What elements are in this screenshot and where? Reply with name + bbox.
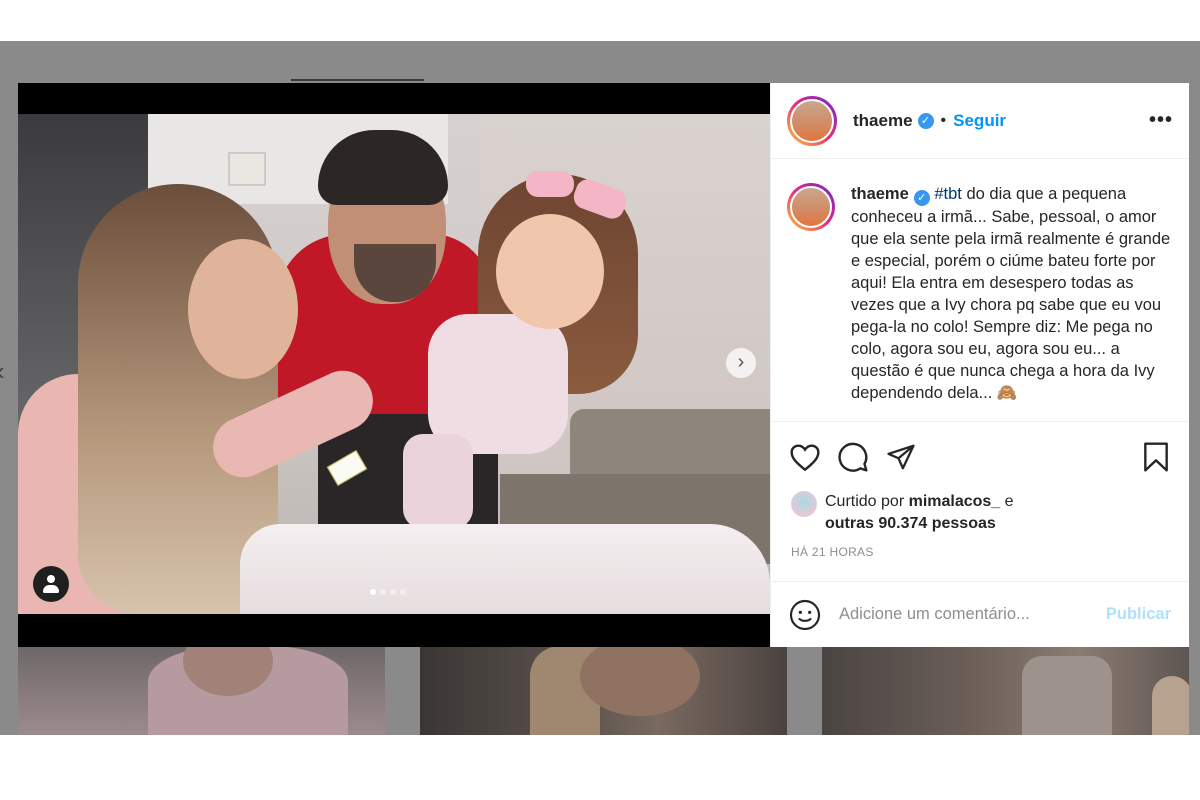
photo-hair-bow <box>526 171 574 197</box>
post-modal: › thaeme ✓ • Seguir ••• thaeme ✓ #tbt do… <box>18 83 1189 647</box>
photo-woman-face <box>188 239 298 379</box>
photo-girl-body <box>428 314 568 454</box>
avatar-image <box>790 98 834 143</box>
caption-avatar[interactable] <box>787 183 835 231</box>
photo-wall-frame <box>228 152 266 186</box>
post-header: thaeme ✓ • Seguir ••• <box>771 83 1189 159</box>
photo-crib <box>240 524 770 614</box>
profile-tab-indicator <box>291 79 424 81</box>
likes-prefix: Curtido por <box>825 493 909 510</box>
verified-badge-icon: ✓ <box>917 112 934 129</box>
caption-section: thaeme ✓ #tbt do dia que a pequena conhec… <box>771 159 1189 421</box>
thumbnail-image-part <box>1022 656 1112 735</box>
comment-bar: Publicar <box>771 581 1189 647</box>
thumbnail-image-part <box>1152 676 1189 735</box>
likes-text: Curtido por mimalacos_ e outras 90.374 p… <box>825 491 1014 535</box>
tag-icon-head <box>47 575 55 583</box>
previous-post-arrow[interactable]: ‹ <box>0 356 5 387</box>
likes-connector: e <box>1000 493 1014 510</box>
avatar-image <box>790 186 832 228</box>
comment-bubble-icon[interactable] <box>837 441 869 473</box>
grid-thumbnail[interactable] <box>822 646 1189 735</box>
grid-thumbnail[interactable] <box>18 646 385 735</box>
save-bookmark-icon[interactable] <box>1141 441 1171 473</box>
caption-text: do dia que a pequena conheceu a irmã... … <box>851 185 1171 402</box>
tagged-users-icon[interactable] <box>33 566 69 602</box>
likes-others-link[interactable]: outras 90.374 pessoas <box>825 515 996 532</box>
grid-thumbnail[interactable] <box>420 646 787 735</box>
liker-username[interactable]: mimalacos_ <box>909 493 1001 510</box>
author-avatar[interactable] <box>787 95 837 146</box>
carousel-dot <box>400 589 406 595</box>
verified-badge-icon: ✓ <box>913 190 930 206</box>
like-heart-icon[interactable] <box>789 442 821 472</box>
likes-summary: Curtido por mimalacos_ e outras 90.374 p… <box>771 491 1189 535</box>
action-bar <box>771 421 1189 491</box>
caption-username[interactable]: thaeme <box>851 185 909 203</box>
photo-girl-face <box>496 214 604 329</box>
next-slide-button[interactable]: › <box>726 348 756 378</box>
liker-avatar[interactable] <box>791 491 817 517</box>
follow-button[interactable]: Seguir <box>953 111 1006 131</box>
carousel-dot <box>390 589 396 595</box>
screen: ‹ <box>0 0 1200 800</box>
header-separator: • <box>940 111 947 129</box>
publish-button[interactable]: Publicar <box>1106 605 1171 624</box>
carousel-dot <box>380 589 386 595</box>
post-sidebar: thaeme ✓ • Seguir ••• thaeme ✓ #tbt do di… <box>770 83 1189 647</box>
tag-icon-body <box>43 585 59 593</box>
comment-input[interactable] <box>839 605 1106 624</box>
share-paper-plane-icon[interactable] <box>885 442 917 472</box>
carousel-dot <box>370 589 376 595</box>
post-media: › <box>18 83 770 647</box>
emoji-smiley-icon[interactable] <box>789 599 821 631</box>
author-username[interactable]: thaeme <box>853 111 913 131</box>
caption: thaeme ✓ #tbt do dia que a pequena conhec… <box>851 183 1171 421</box>
photo-girl-legs <box>403 434 473 529</box>
carousel-dots <box>370 589 406 595</box>
more-options-icon[interactable]: ••• <box>1149 109 1173 132</box>
post-photo[interactable] <box>18 114 770 614</box>
caption-hashtag[interactable]: #tbt <box>934 185 962 203</box>
post-timestamp[interactable]: HÁ 21 HORAS <box>771 545 1189 559</box>
